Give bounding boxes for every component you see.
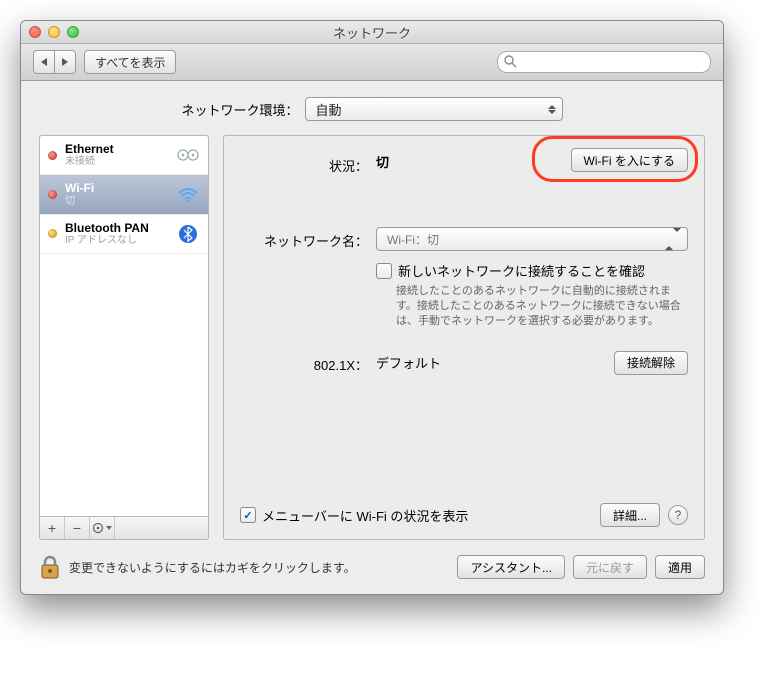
advanced-button[interactable]: 詳細... [600, 503, 660, 527]
add-interface-button[interactable]: + [40, 517, 65, 539]
bottom-bar: 変更できないようにするにはカギをクリックします。 アシスタント... 元に戻す … [39, 554, 705, 580]
chevron-down-icon [106, 526, 112, 530]
status-value: 切 [376, 155, 389, 170]
confirm-new-checkbox[interactable] [376, 263, 392, 279]
dot1x-value: デフォルト [376, 353, 614, 372]
status-dot-icon [48, 190, 57, 199]
chevron-updown-icon [665, 232, 681, 246]
status-dot-icon [48, 151, 57, 160]
chevron-right-icon [62, 58, 68, 66]
network-name-select[interactable]: Wi-Fi：切 [376, 227, 688, 251]
sidebar-item-sublabel: IP アドレスなし [65, 235, 176, 247]
lock-text: 変更できないようにするにはカギをクリックします。 [69, 559, 356, 576]
bluetooth-icon [176, 224, 200, 244]
lock-row: 変更できないようにするにはカギをクリックします。 [39, 554, 449, 580]
gear-icon [92, 522, 104, 534]
details-panel: 状況： 切 Wi-Fi を入にする ネットワーク名： Wi-Fi：切 [223, 135, 705, 540]
confirm-new-description: 接続したことのあるネットワークに自動的に接続されます。接続したことのあるネットワ… [376, 284, 688, 329]
network-preferences-window: ネットワーク すべてを表示 ネットワーク環境： 自動 [20, 20, 724, 595]
assistant-button[interactable]: アシスタント... [457, 555, 565, 579]
chevron-updown-icon [548, 105, 556, 114]
lock-icon[interactable] [39, 554, 61, 580]
action-menu-button[interactable] [90, 517, 115, 539]
sidebar-item-wifi[interactable]: Wi-Fi 切 [40, 175, 208, 214]
window-title: ネットワーク [21, 23, 723, 42]
dot1x-disconnect-button[interactable]: 接続解除 [614, 351, 688, 375]
location-value: 自動 [316, 100, 342, 119]
remove-interface-button[interactable]: − [65, 517, 90, 539]
chevron-left-icon [41, 58, 47, 66]
location-row: ネットワーク環境： 自動 [39, 97, 705, 121]
status-dot-icon [48, 229, 57, 238]
menubar-checkbox-row: メニューバーに Wi-Fi の状況を表示 [240, 506, 468, 525]
apply-button[interactable]: 適用 [655, 555, 705, 579]
sidebar-item-sublabel: 切 [65, 196, 176, 208]
location-label: ネットワーク環境： [181, 100, 298, 119]
menubar-label: メニューバーに Wi-Fi の状況を表示 [262, 506, 468, 525]
wifi-toggle-button[interactable]: Wi-Fi を入にする [571, 148, 688, 172]
titlebar: ネットワーク [21, 21, 723, 44]
interfaces-sidebar: Ethernet 未接続 Wi-Fi 切 [39, 135, 209, 517]
confirm-new-checkbox-row: 新しいネットワークに接続することを確認 [376, 261, 688, 280]
search-input[interactable] [497, 51, 711, 73]
show-all-button[interactable]: すべてを表示 [84, 50, 176, 74]
revert-button[interactable]: 元に戻す [573, 555, 647, 579]
sidebar-item-label: Bluetooth PAN [65, 221, 176, 235]
dot1x-label: 802.1X： [240, 351, 368, 374]
help-button[interactable]: ? [668, 505, 688, 525]
menubar-checkbox[interactable] [240, 507, 256, 523]
sidebar-footer: + − [39, 517, 209, 540]
search-icon [504, 55, 517, 68]
sidebar-item-ethernet[interactable]: Ethernet 未接続 [40, 136, 208, 175]
sidebar-item-label: Ethernet [65, 142, 176, 156]
wifi-icon [176, 185, 200, 205]
network-name-value: Wi-Fi：切 [387, 231, 439, 248]
sidebar-item-sublabel: 未接続 [65, 156, 176, 168]
confirm-new-label: 新しいネットワークに接続することを確認 [398, 261, 645, 280]
status-label: 状況： [240, 152, 368, 175]
toolbar: すべてを表示 [21, 44, 723, 81]
network-name-label: ネットワーク名： [240, 227, 368, 250]
nav-segment [33, 50, 76, 74]
sidebar-item-bluetooth[interactable]: Bluetooth PAN IP アドレスなし [40, 215, 208, 254]
location-select[interactable]: 自動 [305, 97, 563, 121]
back-button[interactable] [33, 50, 54, 74]
ethernet-icon [176, 145, 200, 165]
forward-button[interactable] [54, 50, 76, 74]
sidebar-item-label: Wi-Fi [65, 181, 176, 195]
